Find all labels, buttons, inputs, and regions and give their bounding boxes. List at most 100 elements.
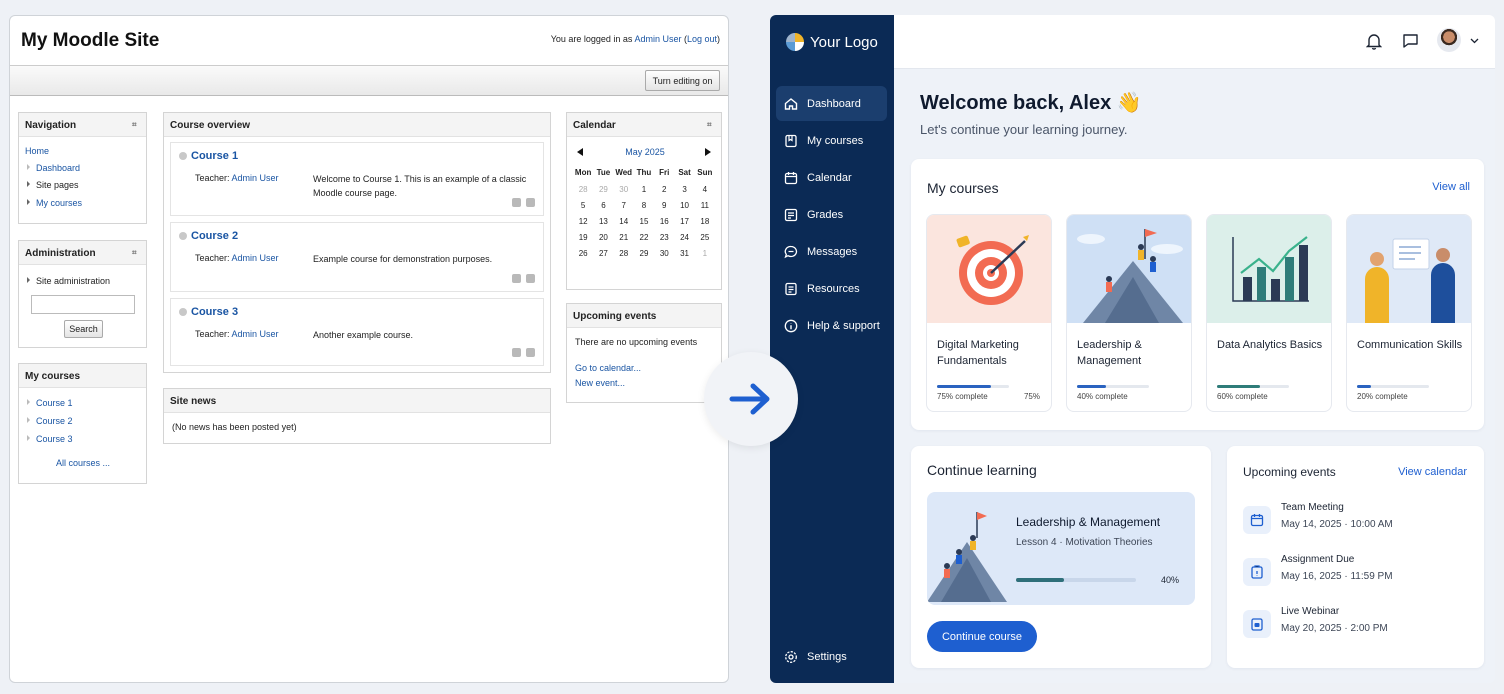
turn-editing-on-button[interactable]: Turn editing on: [645, 70, 720, 91]
grades-icon: [784, 208, 798, 221]
course-card[interactable]: Communication Skills 20% complete: [1346, 214, 1472, 412]
message-icon: [784, 245, 798, 258]
course-settings-icon[interactable]: [526, 274, 535, 283]
calendar-day: 30: [619, 184, 629, 194]
event-item[interactable]: Team Meeting May 14, 2025 · 10:00 AM: [1243, 502, 1463, 542]
nav-site-pages[interactable]: Site pages: [36, 180, 79, 190]
all-courses-link[interactable]: All courses ...: [56, 458, 110, 468]
course-card[interactable]: Data Analytics Basics 60% complete: [1206, 214, 1332, 412]
course-card[interactable]: Leadership & Management 40% complete: [1066, 214, 1192, 412]
sidebar-item-grades[interactable]: Grades: [776, 197, 887, 232]
teacher-label: Teacher:: [195, 253, 232, 263]
site-title: My Moodle Site: [21, 30, 160, 51]
login-user-link[interactable]: Admin User: [634, 34, 681, 44]
teacher-label: Teacher:: [195, 173, 232, 183]
progress-fill: [1217, 385, 1261, 388]
block-title: Navigation: [25, 120, 77, 131]
my-courses-block: My courses Course 1 Course 2 Course 3 Al…: [18, 363, 147, 484]
nav-dashboard-link[interactable]: Dashboard: [36, 163, 80, 173]
weekday-label: Thu: [636, 167, 652, 177]
chat-icon[interactable]: [1402, 32, 1419, 49]
brand-logo[interactable]: Your Logo: [786, 33, 878, 51]
logout-link[interactable]: Log out: [687, 34, 717, 44]
next-month-icon[interactable]: [705, 148, 711, 156]
course-name-link[interactable]: Course 3: [191, 306, 238, 318]
course-info-icon[interactable]: [512, 274, 521, 283]
admin-search-input[interactable]: [31, 295, 135, 314]
teacher-link[interactable]: Admin User: [232, 253, 279, 263]
sidebar-item-my-courses[interactable]: My courses: [776, 123, 887, 158]
progress-bar: [937, 385, 1009, 388]
calendar-day: 30: [659, 248, 669, 258]
continue-course-banner[interactable]: Leadership & Management Lesson 4 · Motiv…: [927, 492, 1195, 605]
course-name-link[interactable]: Course 2: [191, 230, 238, 242]
course-info-icon[interactable]: [512, 348, 521, 357]
course-settings-icon[interactable]: [526, 198, 535, 207]
sidebar-item-help[interactable]: Help & support: [776, 308, 887, 343]
continue-learning-card: Continue learning Leadership & Managemen…: [911, 446, 1211, 668]
expand-icon[interactable]: [27, 199, 30, 205]
nav-label: My courses: [807, 134, 864, 147]
calendar-day: 17: [680, 216, 689, 226]
expand-icon[interactable]: [27, 181, 30, 187]
course-info-icon[interactable]: [512, 198, 521, 207]
dock-icon[interactable]: ⌗: [707, 121, 715, 129]
course-card[interactable]: Digital Marketing Fundamentals 75% compl…: [926, 214, 1052, 412]
teacher-link[interactable]: Admin User: [232, 173, 279, 183]
teacher-link[interactable]: Admin User: [232, 329, 279, 339]
sidebar-item-dashboard[interactable]: Dashboard: [776, 86, 887, 121]
course-name-link[interactable]: Course 1: [191, 150, 238, 162]
nav-home-link[interactable]: Home: [25, 146, 49, 156]
event-name: Assignment Due: [1281, 554, 1355, 565]
nav-my-courses-link[interactable]: My courses: [36, 198, 82, 208]
my-course-link[interactable]: Course 3: [36, 434, 73, 444]
expand-icon[interactable]: [27, 277, 30, 283]
calendar-header: Calendar ⌗: [567, 113, 721, 137]
login-prefix: You are logged in as: [550, 34, 635, 44]
bell-icon[interactable]: [1366, 32, 1382, 50]
continue-course-button[interactable]: Continue course: [927, 621, 1037, 652]
upcoming-events-title: Upcoming events: [1243, 465, 1336, 479]
view-all-link[interactable]: View all: [1432, 181, 1470, 193]
course-settings-icon[interactable]: [526, 348, 535, 357]
block-title: Course overview: [170, 120, 251, 131]
sidebar-item-calendar[interactable]: Calendar: [776, 160, 887, 195]
calendar-day: 5: [580, 200, 586, 210]
calendar-month[interactable]: May 2025: [567, 147, 723, 157]
new-event-link[interactable]: New event...: [575, 378, 625, 388]
chevron-down-icon[interactable]: [1470, 38, 1479, 44]
sidebar-item-messages[interactable]: Messages: [776, 234, 887, 269]
course-overview-block: Course overview Course 1 Teacher: Admin …: [163, 112, 551, 373]
continue-progress-fill: [1016, 578, 1064, 582]
nav-label: Settings: [807, 650, 847, 663]
event-item[interactable]: Assignment Due May 16, 2025 · 11:59 PM: [1243, 554, 1463, 594]
site-administration-item[interactable]: Site administration: [36, 276, 110, 286]
go-to-calendar-link[interactable]: Go to calendar...: [575, 363, 641, 373]
progress-percent: 75%: [1023, 392, 1040, 401]
administration-block: Administration ⌗ Site administration Sear…: [18, 240, 147, 348]
sidebar-item-settings[interactable]: Settings: [776, 639, 887, 674]
event-item[interactable]: Live Webinar May 20, 2025 · 2:00 PM: [1243, 606, 1463, 646]
view-calendar-link[interactable]: View calendar: [1398, 466, 1467, 478]
dock-icon[interactable]: ⌗: [132, 121, 140, 129]
sidebar: Your Logo Dashboard My courses Calendar …: [770, 15, 894, 683]
calendar-day: 22: [639, 232, 649, 242]
calendar-day: 9: [662, 200, 667, 210]
calendar-day: 24: [680, 232, 689, 242]
dock-icon[interactable]: ⌗: [132, 249, 140, 257]
admin-search-button[interactable]: Search: [64, 320, 103, 338]
progress-label: 40% complete: [1077, 392, 1128, 401]
navigation-block: Navigation ⌗ Home Dashboard Site pages My…: [18, 112, 147, 224]
my-course-link[interactable]: Course 2: [36, 416, 73, 426]
block-title: Site news: [170, 396, 217, 407]
course-icon: [179, 152, 187, 160]
course-description: Another example course.: [313, 330, 414, 340]
calendar-day: 1: [702, 248, 708, 258]
my-course-link[interactable]: Course 1: [36, 398, 73, 408]
welcome-heading: Welcome back, Alex 👋: [920, 92, 1142, 114]
administration-block-header: Administration ⌗: [19, 241, 146, 265]
teacher-label: Teacher:: [195, 329, 232, 339]
sidebar-item-resources[interactable]: Resources: [776, 271, 887, 306]
user-avatar[interactable]: [1437, 28, 1461, 52]
calendar-day: 13: [598, 216, 608, 226]
